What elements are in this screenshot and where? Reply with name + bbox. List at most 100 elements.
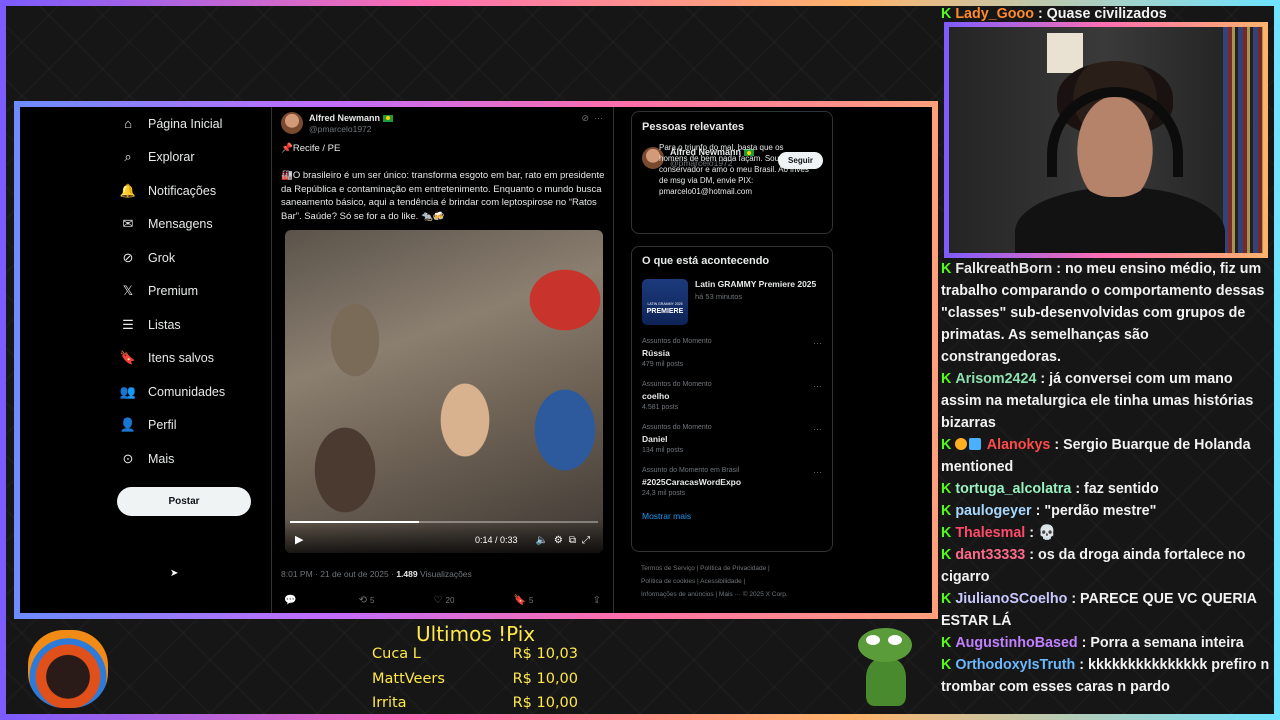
chat-username[interactable]: Thalesmal <box>955 525 1025 541</box>
relevant-people-title: Pessoas relevantes <box>642 121 745 133</box>
chat-username[interactable]: JiulianoSCoelho <box>955 591 1067 607</box>
wall-poster <box>1047 33 1083 73</box>
trend-item[interactable]: Assuntos do Momento Daniel 134 mil posts ··… <box>642 424 822 454</box>
nav-item-5[interactable]: 𝕏 Premium <box>120 275 280 309</box>
trend-item[interactable]: Assuntos do Momento coelho 4.581 posts ··· <box>642 381 822 411</box>
nav-item-label: Explorar <box>148 150 195 165</box>
video-progress-bar[interactable] <box>290 521 598 523</box>
bookmark-icon: 🔖 <box>119 350 137 366</box>
trend-item[interactable]: Assunto do Momento em Brasil #2025Caracas… <box>642 467 822 497</box>
chat-username[interactable]: Arisom2424 <box>955 371 1036 387</box>
mouse-cursor-icon: ➤ <box>170 568 179 579</box>
reply-button[interactable]: 💬 <box>284 595 299 606</box>
more-icon[interactable]: ··· <box>813 424 822 434</box>
video-controls: 🔈⚙⧉⤢ <box>535 535 596 546</box>
play-icon[interactable]: ▶ <box>295 533 303 546</box>
settings-icon[interactable]: ⚙ <box>554 535 569 546</box>
pix-amount: R$ 10,00 <box>512 695 578 711</box>
nav-item-10[interactable]: ⊙ Mais <box>120 442 280 476</box>
author-name[interactable]: Alfred Newmann <box>309 113 394 123</box>
more-icon[interactable]: ··· <box>813 381 822 391</box>
chat-panel: K FalkreathBorn : no meu ensino médio, fi… <box>941 258 1271 698</box>
heart-icon: ♡ <box>433 595 443 606</box>
mail-icon: ✉ <box>122 216 134 232</box>
nav-item-9[interactable]: 👤 Perfil <box>120 409 280 443</box>
volume-icon[interactable]: 🔈 <box>535 535 553 546</box>
kick-badge-icon: K <box>941 261 952 277</box>
trend-context: Assuntos do Momento <box>642 381 712 388</box>
footer-line[interactable]: Política de cookies | Acessibilidade | <box>641 575 837 588</box>
tweet-timestamp[interactable]: 8:01 PM · 21 de out de 2025 · <box>281 569 396 579</box>
trend-context: Assuntos do Momento <box>642 338 712 345</box>
nav-item-8[interactable]: 👥 Comunidades <box>120 375 280 409</box>
fullscreen-icon[interactable]: ⤢ <box>582 535 596 546</box>
like-button[interactable]: ♡ 20 <box>434 595 455 606</box>
post-button[interactable]: Postar <box>117 487 251 516</box>
chat-message: K JiulianoSCoelho : PARECE QUE VC QUERIA … <box>941 588 1271 632</box>
trend-context: Assuntos do Momento <box>642 424 712 431</box>
view-count: 1.489 <box>396 569 418 579</box>
nav-item-7[interactable]: 🔖 Itens salvos <box>120 342 280 376</box>
featured-trend[interactable]: LATIN GRAMMY 2025 PREMIERE Latin GRAMMY P… <box>642 279 822 325</box>
chat-username[interactable]: Lady_Gooo <box>955 6 1034 22</box>
trends-title: O que está acontecendo <box>642 255 770 267</box>
author-handle[interactable]: @pmarcelo1972 <box>309 124 393 134</box>
nav-item-label: Perfil <box>148 418 177 433</box>
retweet-button[interactable]: ⟲ 5 <box>359 595 375 606</box>
nav-item-2[interactable]: 🔔 Notificações <box>120 174 280 208</box>
trend-item[interactable]: Assuntos do Momento Rússia 479 mil posts ··… <box>642 338 822 368</box>
nav-item-3[interactable]: ✉ Mensagens <box>120 208 280 242</box>
nav-item-4[interactable]: ⊘ Grok <box>120 241 280 275</box>
sub-badge-icon <box>955 438 968 450</box>
chat-username[interactable]: AugustinhoBased <box>955 635 1077 651</box>
views-label: Visualizações <box>419 569 472 579</box>
footer-line[interactable]: Termos de Serviço | Política de Privacid… <box>641 562 837 575</box>
bell-icon: 🔔 <box>119 182 137 198</box>
chat-text: : Porra a semana inteira <box>1081 635 1244 651</box>
nav-item-0[interactable]: ⌂ Página Inicial <box>120 107 280 141</box>
kick-badge-icon: K <box>941 481 952 497</box>
nav-item-label: Grok <box>148 250 176 265</box>
browser-capture-frame: ⌂ Página Inicial ⌕ Explorar 🔔 Notificações ✉ Me… <box>14 101 938 619</box>
tweet-column: Alfred Newmann @pmarcelo1972 ⊘ ··· 📌Reci… <box>271 107 614 613</box>
pix-row: Irrita R$ 10,00 <box>372 695 578 711</box>
nav-item-label: Mensagens <box>148 217 213 232</box>
more-icon[interactable]: ··· <box>813 338 822 348</box>
chat-username[interactable]: paulogeyer <box>955 503 1031 519</box>
grok-icon[interactable]: ⊘ <box>581 113 589 123</box>
bookmark-button[interactable]: 🔖 5 <box>514 595 534 606</box>
pix-row: Cuca L R$ 10,03 <box>372 646 578 662</box>
tweet-video[interactable]: ▶ 0:14 / 0:33 🔈⚙⧉⤢ <box>285 230 603 553</box>
nav-item-label: Itens salvos <box>148 351 215 366</box>
more-icon[interactable]: ··· <box>813 467 822 477</box>
video-progress-fill <box>290 521 420 523</box>
chat-username[interactable]: Alanokys <box>987 437 1051 453</box>
chat-username[interactable]: OrthodoxyIsTruth <box>955 657 1075 673</box>
nav-item-label: Página Inicial <box>148 116 223 131</box>
trend-name: #2025CaracasWordExpo <box>642 477 742 487</box>
avatar[interactable] <box>281 112 303 134</box>
footer-links: Termos de Serviço | Política de Privacid… <box>641 562 837 601</box>
kick-badge-icon: K <box>941 437 952 453</box>
chat-username[interactable]: FalkreathBorn <box>955 261 1052 277</box>
chat-username[interactable]: tortuga_alcolatra <box>955 481 1071 497</box>
pix-donor: Cuca L <box>372 646 421 662</box>
nav-item-label: Premium <box>148 284 199 299</box>
person-icon: 👤 <box>119 417 137 433</box>
tweet-actions: 💬 ⟲ 5 ♡ 20 🔖 5 ⇪ <box>284 595 604 606</box>
nav-item-label: Comunidades <box>148 384 226 399</box>
nav-item-1[interactable]: ⌕ Explorar <box>120 141 280 175</box>
footer-line[interactable]: Informações de anúncios | Mais ··· © 202… <box>641 588 837 601</box>
captions-icon[interactable]: ⧉ <box>569 535 582 546</box>
pix-row: MattVeers R$ 10,00 <box>372 671 578 687</box>
tweet-text: 🏭O brasileiro é um ser único: transforma… <box>281 170 605 222</box>
show-more-link[interactable]: Mostrar mais <box>642 511 822 521</box>
nav-item-6[interactable]: ☰ Listas <box>120 308 280 342</box>
chat-username[interactable]: dant33333 <box>955 547 1025 563</box>
more-icon[interactable]: ··· <box>594 113 603 123</box>
chat-message: Kpaulogeyer : "perdão mestre" <box>941 500 1271 522</box>
home-icon: ⌂ <box>124 116 132 132</box>
tweet-header: Alfred Newmann @pmarcelo1972 <box>281 112 394 134</box>
kick-badge-icon: K <box>941 525 952 541</box>
share-button[interactable]: ⇪ <box>593 595 604 606</box>
